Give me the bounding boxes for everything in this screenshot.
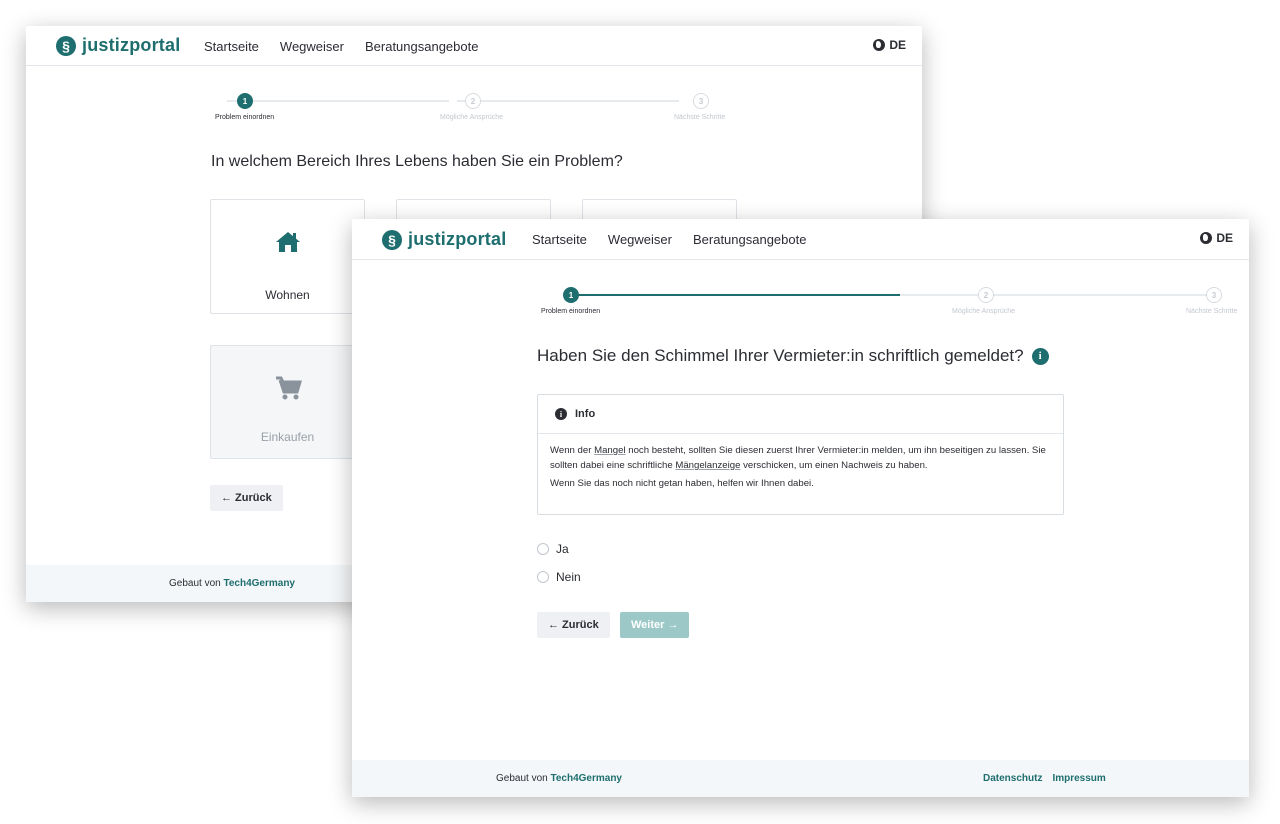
progress-stepper: 1 2 3 Problem einordnen Mögliche Ansprüc… xyxy=(211,93,756,125)
category-card-wohnen[interactable]: Wohnen xyxy=(210,199,365,314)
radio-circle[interactable] xyxy=(537,543,549,555)
info-paragraph: Wenn Sie das noch nicht getan haben, hel… xyxy=(550,477,814,489)
category-card-einkaufen: Einkaufen xyxy=(210,345,365,459)
paragraph-logo-icon: § xyxy=(382,229,402,250)
glossary-link-mangel[interactable]: Mangel xyxy=(594,445,625,456)
logo-text: justizportal xyxy=(408,229,507,249)
nav-link-startseite[interactable]: Startseite xyxy=(204,39,259,54)
nav-links: Startseite Wegweiser Beratungsangebote xyxy=(532,232,806,247)
radio-option-nein[interactable]: Nein xyxy=(537,570,581,584)
step-3-dot: 3 xyxy=(693,93,709,109)
radio-label: Nein xyxy=(556,570,581,584)
built-by-prefix: Gebaut von xyxy=(169,578,224,589)
radio-option-ja[interactable]: Ja xyxy=(537,542,569,556)
nav-link-startseite[interactable]: Startseite xyxy=(532,232,587,247)
step-1-dot: 1 xyxy=(563,287,579,303)
info-paragraph: Wenn der Mangel noch besteht, sollten Si… xyxy=(550,444,1051,474)
built-by-link[interactable]: Tech4Germany xyxy=(550,773,622,784)
step-connector xyxy=(900,294,1222,296)
logo[interactable]: § justizportal xyxy=(382,229,506,250)
page-title: Haben Sie den Schimmel Ihrer Vermieter:i… xyxy=(537,346,1049,366)
nav-link-wegweiser[interactable]: Wegweiser xyxy=(608,232,672,247)
step-2-label: Mögliche Ansprüche xyxy=(952,308,1016,315)
front-window: § justizportal Startseite Wegweiser Bera… xyxy=(352,219,1249,797)
language-label: DE xyxy=(889,38,906,52)
info-box: i Info Wenn der Mangel noch besteht, sol… xyxy=(537,394,1064,515)
page-title: In welchem Bereich Ihres Lebens haben Si… xyxy=(211,153,623,170)
language-label: DE xyxy=(1216,231,1233,245)
info-icon[interactable]: i xyxy=(1031,347,1049,365)
built-by: Gebaut von Tech4Germany xyxy=(169,578,295,589)
built-by: Gebaut von Tech4Germany xyxy=(496,773,622,784)
step-3-label: Nächste Schritte xyxy=(674,114,726,121)
back-button[interactable]: ← Zurück xyxy=(537,612,610,638)
paragraph-logo-icon: § xyxy=(56,35,76,56)
info-box-header: i Info xyxy=(538,395,1063,434)
nav-link-beratungsangebote[interactable]: Beratungsangebote xyxy=(693,232,806,247)
nav-links: Startseite Wegweiser Beratungsangebote xyxy=(204,39,478,54)
cart-icon xyxy=(211,374,364,402)
globe-icon xyxy=(1200,232,1213,244)
language-switcher[interactable]: DE xyxy=(873,38,906,52)
nav-link-wegweiser[interactable]: Wegweiser xyxy=(280,39,344,54)
step-3-dot: 3 xyxy=(1206,287,1222,303)
nav-link-beratungsangebote[interactable]: Beratungsangebote xyxy=(365,39,478,54)
radio-label: Ja xyxy=(556,542,569,556)
footer: Gebaut von Tech4Germany Datenschutz Impr… xyxy=(352,760,1249,797)
info-box-body: Wenn der Mangel noch besteht, sollten Si… xyxy=(538,434,1063,492)
card-label: Einkaufen xyxy=(260,430,315,444)
info-text: Wenn der xyxy=(550,445,595,456)
back-button[interactable]: ← Zurück xyxy=(210,485,283,511)
next-button[interactable]: Weiter → xyxy=(620,612,690,638)
info-text: verschicken, um einen Nachweis zu haben. xyxy=(740,459,928,471)
step-progress-bar xyxy=(564,294,900,296)
footer-link-datenschutz[interactable]: Datenschutz xyxy=(983,773,1042,784)
card-label: Wohnen xyxy=(265,288,310,302)
globe-icon xyxy=(873,39,886,51)
question-text: Haben Sie den Schimmel Ihrer Vermieter:i… xyxy=(537,346,1024,365)
glossary-link-maengelanzeige[interactable]: Mängelanzeige xyxy=(675,460,740,471)
step-2-label: Mögliche Ansprüche xyxy=(440,114,504,121)
logo[interactable]: § justizportal xyxy=(56,35,180,56)
step-1-dot: 1 xyxy=(237,93,253,109)
step-3-label: Nächste Schritte xyxy=(1186,308,1238,315)
built-by-link[interactable]: Tech4Germany xyxy=(223,578,295,589)
info-icon: i xyxy=(555,408,567,420)
step-2-dot: 2 xyxy=(465,93,481,109)
top-navbar: § justizportal Startseite Wegweiser Bera… xyxy=(26,26,922,66)
step-1-label: Problem einordnen xyxy=(215,114,275,121)
house-icon xyxy=(211,230,364,254)
built-by-prefix: Gebaut von xyxy=(496,773,551,784)
radio-circle[interactable] xyxy=(537,571,549,583)
step-connector xyxy=(227,100,449,102)
step-1-label: Problem einordnen xyxy=(541,308,601,315)
footer-link-impressum[interactable]: Impressum xyxy=(1052,773,1105,784)
top-navbar: § justizportal Startseite Wegweiser Bera… xyxy=(352,219,1249,260)
step-connector xyxy=(457,100,679,102)
language-switcher[interactable]: DE xyxy=(1200,231,1233,245)
info-box-title: Info xyxy=(575,408,596,420)
footer-links: Datenschutz Impressum xyxy=(983,773,1106,784)
logo-text: justizportal xyxy=(82,35,181,55)
progress-stepper: 1 2 3 Problem einordnen Mögliche Ansprüc… xyxy=(537,287,1237,319)
step-2-dot: 2 xyxy=(978,287,994,303)
